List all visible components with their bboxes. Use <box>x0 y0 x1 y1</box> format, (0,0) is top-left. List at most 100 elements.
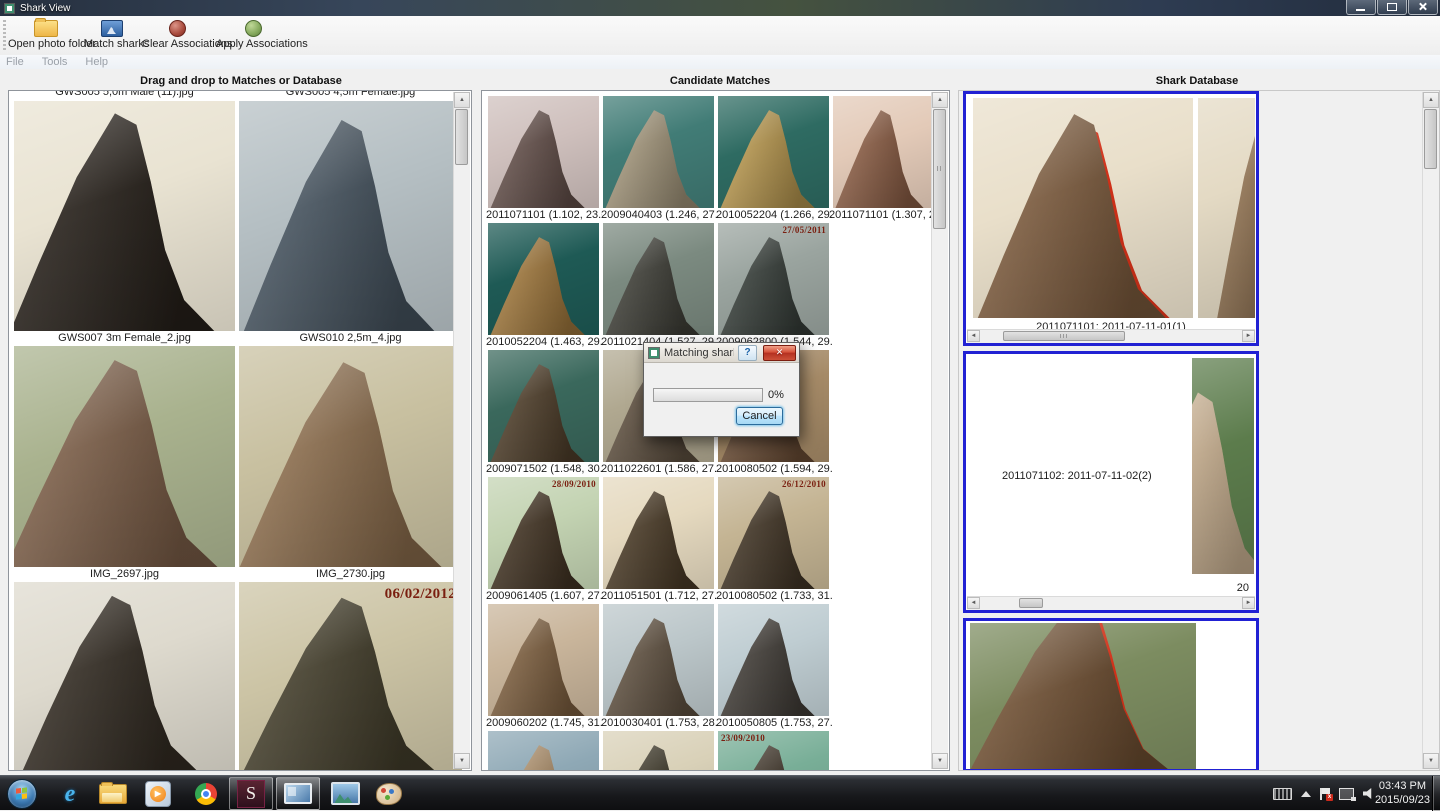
candidate-label: 2010080502 (1.733, 31.707) <box>716 590 832 602</box>
show-hidden-icons[interactable] <box>1301 791 1311 797</box>
source-photo[interactable] <box>14 582 235 770</box>
database-entry[interactable]: 2011071101: 2011-07-11-01(1) ◄ ► <box>963 91 1259 346</box>
taskbar-windows-explorer[interactable] <box>92 777 134 810</box>
candidate-thumb[interactable] <box>488 223 599 335</box>
database-photo[interactable] <box>973 98 1193 318</box>
candidate-thumb[interactable] <box>833 96 937 208</box>
candidate-thumb[interactable] <box>603 604 714 716</box>
shark-fin-graphic <box>488 106 599 208</box>
show-desktop-button[interactable] <box>1432 776 1440 811</box>
dialog-titlebar[interactable]: Matching sharks... ? ✕ <box>644 343 799 363</box>
candidate-thumb[interactable] <box>603 223 714 335</box>
minimize-button[interactable] <box>1346 0 1376 15</box>
entry-scrollbar[interactable]: ◄ ► <box>967 329 1255 343</box>
scroll-down-icon[interactable]: ▼ <box>1423 753 1439 769</box>
scroll-down-icon[interactable]: ▼ <box>454 753 470 769</box>
keyboard-tray-icon[interactable] <box>1273 788 1292 800</box>
database-photo-partial[interactable] <box>1192 358 1254 574</box>
source-photo[interactable] <box>239 346 462 567</box>
date-watermark: 28/09/2010 <box>552 479 596 489</box>
shark-fin-graphic <box>18 589 221 770</box>
candidate-thumb[interactable] <box>488 731 599 771</box>
candidate-thumb[interactable] <box>488 604 599 716</box>
candidate-thumb[interactable] <box>603 477 714 589</box>
volume-icon[interactable] <box>1363 788 1374 799</box>
candidate-label: 2010050805 (1.753, 27.811) <box>716 717 832 729</box>
toolbar-gripper[interactable] <box>3 20 6 51</box>
clear-associations-button[interactable]: Clear Associations <box>142 18 212 53</box>
maximize-button[interactable] <box>1377 0 1407 15</box>
entry-scrollbar[interactable]: ◄ ► <box>967 596 1255 610</box>
taskbar-photo-viewer[interactable] <box>324 777 366 810</box>
network-icon[interactable] <box>1339 788 1354 800</box>
taskbar-paint[interactable] <box>368 777 410 810</box>
shark-fin-graphic <box>488 360 599 462</box>
candidate-thumb[interactable]: 23/09/2010 <box>718 731 829 771</box>
taskbar-chrome[interactable] <box>186 777 226 810</box>
system-tray: x <box>1273 776 1374 811</box>
scroll-left-icon[interactable]: ◄ <box>967 330 980 342</box>
menu-tools[interactable]: Tools <box>42 56 68 68</box>
menu-help[interactable]: Help <box>85 56 108 68</box>
shark-fin-graphic <box>718 487 829 589</box>
cancel-button[interactable]: Cancel <box>736 407 783 425</box>
taskbar-media-player[interactable]: ▶ <box>138 777 178 810</box>
menu-file[interactable]: File <box>6 56 24 68</box>
scrollbar-thumb[interactable] <box>1424 109 1437 169</box>
candidate-thumb[interactable]: 28/09/2010 <box>488 477 599 589</box>
database-entry[interactable]: 2011071102: 2011-07-11-02(2) 20 ◄ ► <box>963 351 1259 613</box>
shark-fin-graphic <box>1215 110 1255 318</box>
start-button[interactable] <box>7 779 37 809</box>
candidate-label: 2011051501 (1.712, 27.594) <box>601 590 717 602</box>
source-photo[interactable]: 06/02/2012 <box>239 582 462 770</box>
candidate-thumb[interactable]: 27/05/2011 <box>718 223 829 335</box>
shark-fin-graphic <box>488 487 599 589</box>
open-photo-folder-button[interactable]: Open photo folder <box>8 18 84 53</box>
app-icon <box>4 3 15 14</box>
scroll-right-icon[interactable]: ► <box>1242 597 1255 609</box>
candidate-thumb[interactable] <box>603 731 714 771</box>
database-panel-scrollbar[interactable]: ▲ ▼ <box>1422 92 1439 769</box>
scrollbar-thumb[interactable] <box>1003 331 1125 341</box>
match-sharks-icon <box>101 20 123 37</box>
match-sharks-button[interactable]: Match sharks <box>84 18 140 53</box>
dialog-close-button[interactable]: ✕ <box>763 345 796 361</box>
candidate-thumb[interactable] <box>488 350 599 462</box>
taskbar-shark-app[interactable]: S <box>229 777 273 810</box>
database-entry[interactable] <box>963 618 1259 771</box>
scrollbar-thumb[interactable] <box>455 109 468 165</box>
help-button[interactable]: ? <box>738 345 757 361</box>
candidate-thumb[interactable] <box>718 96 829 208</box>
candidate-thumb[interactable] <box>488 96 599 208</box>
scroll-up-icon[interactable]: ▲ <box>932 92 948 108</box>
apply-associations-button[interactable]: Apply Associations <box>216 18 290 53</box>
window-titlebar[interactable]: Shark View <box>0 0 1440 16</box>
database-photo-partial[interactable] <box>1198 98 1255 318</box>
source-photo[interactable] <box>239 101 462 331</box>
database-photo[interactable] <box>970 623 1196 771</box>
candidate-thumb[interactable]: 26/12/2010 <box>718 477 829 589</box>
close-button[interactable] <box>1408 0 1438 15</box>
scrollbar-thumb[interactable] <box>933 109 946 229</box>
scrollbar-thumb[interactable] <box>1019 598 1043 608</box>
shark-fin-graphic <box>603 106 714 208</box>
candidate-thumb[interactable] <box>603 96 714 208</box>
taskbar-internet-explorer[interactable]: e <box>50 777 90 810</box>
candidate-thumb[interactable] <box>718 604 829 716</box>
candidate-label: 2009061405 (1.607, 27.135) <box>486 590 602 602</box>
scroll-down-icon[interactable]: ▼ <box>932 753 948 769</box>
scroll-right-icon[interactable]: ► <box>1242 330 1255 342</box>
scroll-up-icon[interactable]: ▲ <box>1423 92 1439 108</box>
source-photo[interactable] <box>14 346 235 567</box>
scroll-up-icon[interactable]: ▲ <box>454 92 470 108</box>
clock-time: 03:43 PM <box>1375 779 1430 793</box>
photo-viewer-icon <box>331 782 360 805</box>
photo-label: GWS010 2,5m_4.jpg <box>239 332 462 344</box>
taskbar-clock[interactable]: 03:43 PM 2015/09/23 <box>1375 779 1430 807</box>
source-photo[interactable] <box>14 101 235 331</box>
candidate-panel-scrollbar[interactable]: ▲ ▼ <box>931 92 948 769</box>
taskbar-shark-view-window[interactable] <box>276 777 320 810</box>
scroll-left-icon[interactable]: ◄ <box>967 597 980 609</box>
action-center-icon[interactable]: x <box>1320 788 1330 800</box>
left-panel-scrollbar[interactable]: ▲ ▼ <box>453 92 470 769</box>
